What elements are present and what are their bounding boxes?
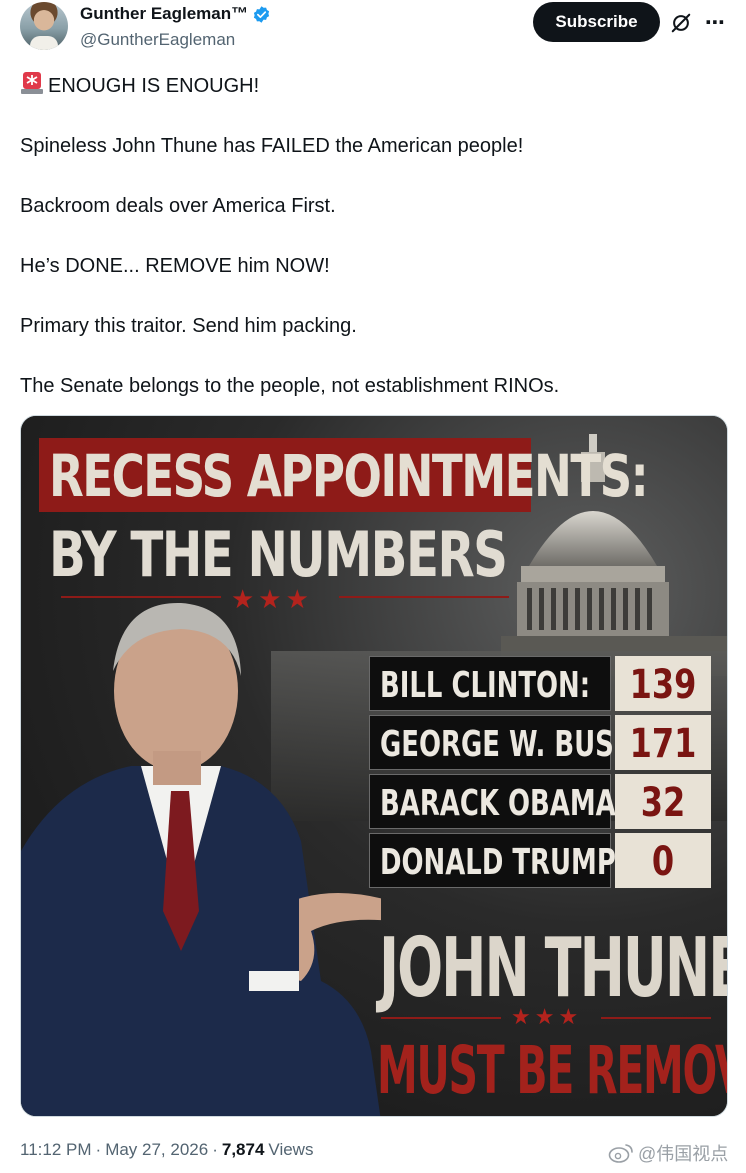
appointment-count: 0 [651,839,675,885]
views-label: Views [268,1140,314,1159]
image-subheadline: MUST BE REMOVED [377,1032,727,1109]
image-headline: JOHN THUNE [379,921,728,1016]
stars-decoration-bottom: ★★★ [511,1004,583,1029]
appointment-count: 32 [640,780,686,826]
tweet-time[interactable]: 11:12 PM [20,1140,92,1160]
recess-appointments-table: BILL CLINTON: 139 GEORGE W. BUSH: 171 BA… [369,654,711,890]
president-name: GEORGE W. BUSH: [380,724,646,765]
appointment-count: 171 [629,721,697,767]
subscribe-button[interactable]: Subscribe [533,2,660,42]
tweet-meta: 11:12 PM · May 27, 2026 · 7,874 Views [20,1140,313,1160]
table-row: DONALD TRUMP: 0 [369,831,711,890]
table-row: BILL CLINTON: 139 [369,654,711,713]
tweet-line-1: ENOUGH IS ENOUGH! [48,75,260,97]
siren-emoji-icon [21,72,43,94]
divider-rule [601,1017,711,1019]
tweet-header: Gunther Eagleman™ @GuntherEagleman Subsc… [20,0,730,58]
author-name-row[interactable]: Gunther Eagleman™ [80,4,271,24]
table-row: GEORGE W. BUSH: 171 [369,713,711,772]
tweet-line-3: Backroom deals over America First. [20,195,336,217]
tweet-body: ENOUGH IS ENOUGH! Spineless John Thune h… [20,70,720,432]
john-thune-portrait-illustration [21,602,381,1116]
tweet-line-6: The Senate belongs to the people, not es… [20,375,560,397]
tweet-media-image[interactable]: RECESS APPOINTMENTS: BY THE NUMBERS ★★★ … [20,415,728,1117]
divider-rule [381,1017,501,1019]
president-name: BILL CLINTON: [380,665,591,706]
author-handle[interactable]: @GuntherEagleman [80,30,235,50]
meta-separator: · [212,1140,218,1159]
tweet-paragraph: ENOUGH IS ENOUGH! [20,70,720,100]
verified-badge-icon [254,5,270,23]
grok-icon[interactable] [670,12,692,34]
tweet-line-4: He’s DONE... REMOVE him NOW! [20,255,330,277]
views-count: 7,874 [221,1140,265,1159]
tweet-line-5: Primary this traitor. Send him packing. [20,315,357,337]
table-row: BARACK OBAMA: 32 [369,772,711,831]
president-name: DONALD TRUMP: [380,842,627,883]
meta-separator: · [95,1140,102,1159]
president-name: BARACK OBAMA: [380,783,627,824]
tweet-date[interactable]: May 27, 2026 [105,1140,208,1160]
author-display-name[interactable]: Gunther Eagleman™ [80,4,248,24]
image-title-line1: RECESS APPOINTMENTS: [49,442,649,510]
weibo-logo-icon [608,1144,633,1163]
watermark-text: @伟国视点 [638,1144,729,1164]
more-options-icon[interactable]: ⋯ [705,10,726,35]
tweet-line-2: Spineless John Thune has FAILED the Amer… [20,135,524,157]
appointment-count: 139 [629,662,697,708]
watermark: @伟国视点 [608,1140,728,1166]
avatar[interactable] [20,2,68,50]
